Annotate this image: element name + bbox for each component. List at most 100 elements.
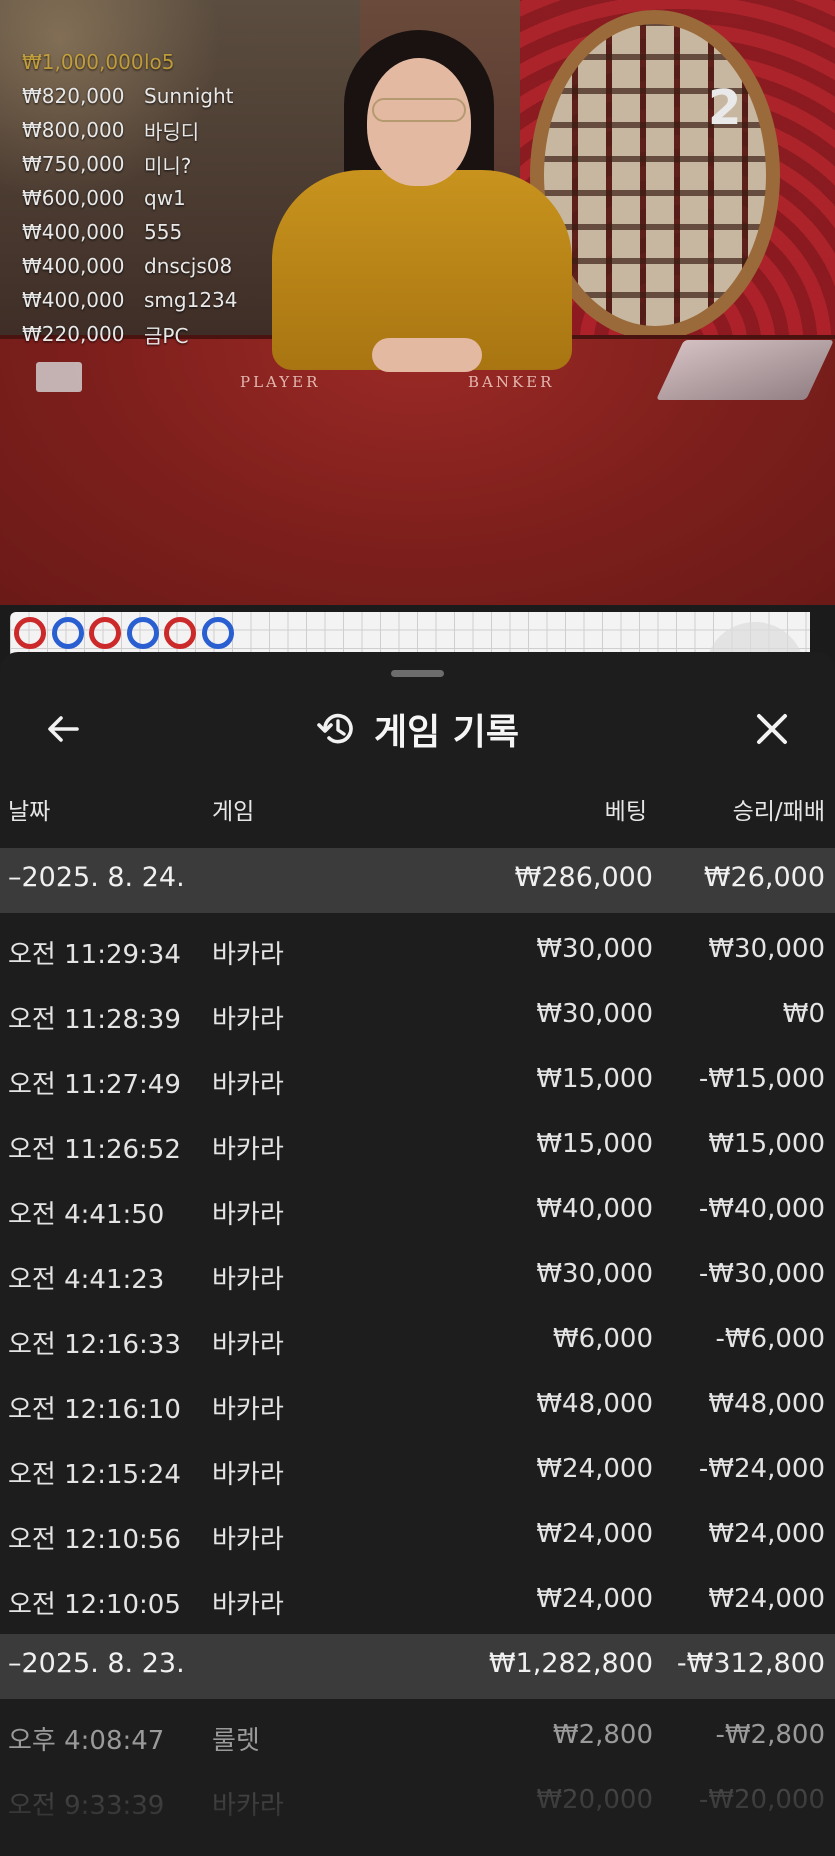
row-game: 바카라	[212, 1265, 284, 1295]
row-result: -₩30,000	[698, 1259, 825, 1289]
winner-amount: ₩400,000	[22, 220, 125, 244]
history-row[interactable]: 오전 4:41:23 바카라 ₩30,000 -₩30,000	[0, 1244, 835, 1309]
row-time: 오전 12:10:56	[8, 1525, 181, 1555]
winner-name: qw1	[144, 186, 186, 210]
row-bet: ₩15,000	[536, 1129, 653, 1159]
row-game: 바카라	[212, 1460, 284, 1490]
row-game: 바카라	[212, 1330, 284, 1360]
row-bet: ₩2,800	[552, 1720, 653, 1750]
winner-amount: ₩400,000	[22, 254, 125, 278]
row-result: ₩24,000	[708, 1519, 825, 1549]
group-bet-total: ₩286,000	[514, 862, 653, 893]
dealer	[262, 20, 582, 380]
row-result: -₩24,000	[698, 1454, 825, 1484]
column-result: 승리/패배	[732, 799, 825, 825]
scroll-fade	[0, 1786, 835, 1856]
row-bet: ₩30,000	[536, 999, 653, 1029]
road-result-player	[51, 617, 84, 649]
date-group-header[interactable]: –2025. 8. 23. ₩1,282,800 -₩312,800	[0, 1634, 835, 1699]
history-row[interactable]: 오전 11:26:52 바카라 ₩15,000 ₩15,000	[0, 1114, 835, 1179]
history-row[interactable]: 오전 11:28:39 바카라 ₩30,000 ₩0	[0, 984, 835, 1049]
row-bet: ₩15,000	[536, 1064, 653, 1094]
history-row[interactable]: 오전 12:10:05 바카라 ₩24,000 ₩24,000	[0, 1569, 835, 1634]
live-video[interactable]: PLAYER BANKER 2 ₩1,000,000 lo5 ₩820,000 Sun…	[0, 0, 835, 605]
winner-row: ₩750,000 미니?	[22, 147, 238, 181]
row-game: 바카라	[212, 1200, 284, 1230]
winner-row: ₩400,000 555	[22, 215, 238, 249]
row-time: 오전 12:16:10	[8, 1395, 181, 1425]
game-history-sheet: 게임 기록 날짜 게임 베팅 승리/패배 –2025. 8. 24. ₩286,0…	[0, 652, 835, 1856]
group-date: –2025. 8. 24.	[8, 862, 185, 893]
row-time: 오후 4:08:47	[8, 1726, 165, 1756]
history-list[interactable]: –2025. 8. 24. ₩286,000 ₩26,000 오전 11:29:34 바…	[0, 848, 835, 1835]
row-result: -₩15,000	[698, 1064, 825, 1094]
winner-row: ₩600,000 qw1	[22, 181, 238, 215]
row-bet: ₩24,000	[536, 1519, 653, 1549]
drag-handle[interactable]	[391, 670, 444, 677]
winner-amount: ₩600,000	[22, 186, 125, 210]
road-result-banker	[89, 617, 121, 649]
row-bet: ₩30,000	[536, 934, 653, 964]
row-time: 오전 4:41:23	[8, 1265, 165, 1295]
winner-name: Sunnight	[144, 84, 234, 108]
column-date: 날짜	[8, 799, 51, 825]
history-icon	[317, 713, 353, 744]
row-result: ₩0	[782, 999, 825, 1029]
row-result: ₩24,000	[708, 1584, 825, 1614]
column-bet: 베팅	[604, 799, 647, 825]
winner-amount: ₩750,000	[22, 152, 125, 176]
row-game: 바카라	[212, 1135, 284, 1165]
group-date: –2025. 8. 23.	[8, 1648, 185, 1679]
winner-amount: ₩820,000	[22, 84, 125, 108]
card-holder	[36, 362, 82, 392]
winner-row: ₩800,000 바딩디	[22, 113, 238, 147]
history-row[interactable]: 오전 12:16:10 바카라 ₩48,000 ₩48,000	[0, 1374, 835, 1439]
group-result-total: -₩312,800	[676, 1648, 825, 1679]
winner-name: dnscjs08	[144, 254, 233, 278]
row-result: ₩48,000	[708, 1389, 825, 1419]
row-bet: ₩6,000	[552, 1324, 653, 1354]
row-time: 오전 12:15:24	[8, 1460, 181, 1490]
row-bet: ₩40,000	[536, 1194, 653, 1224]
column-game: 게임	[212, 799, 255, 825]
history-row[interactable]: 오전 4:41:50 바카라 ₩40,000 -₩40,000	[0, 1179, 835, 1244]
row-game: 룰렛	[212, 1726, 260, 1756]
road-result-banker	[14, 617, 46, 649]
winner-name: lo5	[144, 50, 175, 74]
row-bet: ₩24,000	[536, 1584, 653, 1614]
sheet-header: 게임 기록	[0, 692, 835, 766]
column-header: 날짜 게임 베팅 승리/패배	[0, 792, 835, 828]
row-game: 바카라	[212, 940, 284, 970]
row-time: 오전 11:26:52	[8, 1135, 181, 1165]
winner-name: smg1234	[144, 288, 238, 312]
date-group-header[interactable]: –2025. 8. 24. ₩286,000 ₩26,000	[0, 848, 835, 913]
winner-amount: ₩1,000,000	[22, 50, 144, 74]
history-row[interactable]: 오전 12:16:33 바카라 ₩6,000 -₩6,000	[0, 1309, 835, 1374]
banker-label: BANKER	[468, 373, 555, 391]
history-row[interactable]: 오전 12:10:56 바카라 ₩24,000 ₩24,000	[0, 1504, 835, 1569]
row-result: ₩30,000	[708, 934, 825, 964]
sheet-title: 게임 기록	[373, 712, 519, 753]
winner-name: 미니?	[144, 153, 192, 178]
row-result: -₩6,000	[715, 1324, 825, 1354]
row-result: ₩15,000	[708, 1129, 825, 1159]
history-row[interactable]: 오전 11:27:49 바카라 ₩15,000 -₩15,000	[0, 1049, 835, 1114]
row-time: 오전 4:41:50	[8, 1200, 165, 1230]
history-row[interactable]: 오전 12:15:24 바카라 ₩24,000 -₩24,000	[0, 1439, 835, 1504]
row-time: 오전 11:29:34	[8, 940, 181, 970]
history-row[interactable]: 오전 11:29:34 바카라 ₩30,000 ₩30,000	[0, 919, 835, 984]
history-row[interactable]: 오후 4:08:47 룰렛 ₩2,800 -₩2,800	[0, 1705, 835, 1770]
row-game: 바카라	[212, 1525, 284, 1555]
winner-name: 금PC	[144, 323, 189, 348]
row-game: 바카라	[212, 1005, 284, 1035]
row-bet: ₩30,000	[536, 1259, 653, 1289]
winner-amount: ₩220,000	[22, 322, 125, 346]
row-time: 오전 11:27:49	[8, 1070, 181, 1100]
winner-row: ₩1,000,000 lo5	[22, 45, 238, 79]
winner-name: 바딩디	[144, 119, 200, 144]
winner-row: ₩400,000 smg1234	[22, 283, 238, 317]
row-time: 오전 11:28:39	[8, 1005, 181, 1035]
road-result-player	[201, 617, 234, 649]
close-button[interactable]	[735, 692, 809, 766]
winner-name: 555	[144, 220, 183, 244]
